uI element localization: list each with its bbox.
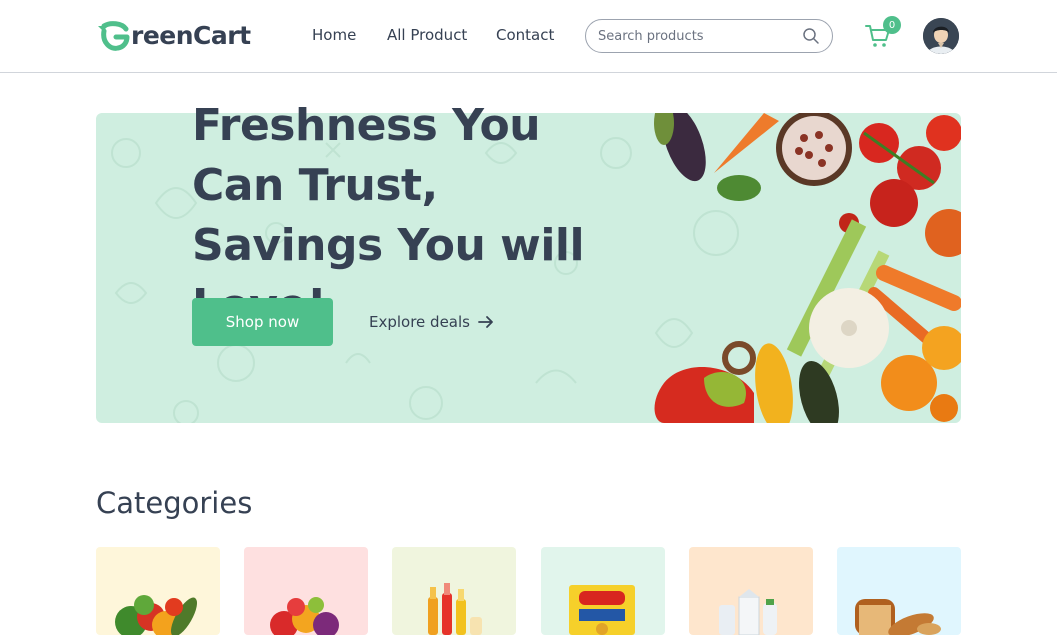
cold-drinks-image xyxy=(428,583,482,635)
dairy-products-image xyxy=(719,589,777,635)
nav-link-all-product[interactable]: All Product xyxy=(387,26,467,44)
shop-now-button[interactable]: Shop now xyxy=(192,298,333,346)
category-card-dairy-products[interactable] xyxy=(689,547,813,635)
arrow-right-icon xyxy=(478,316,493,328)
cart-count-badge: 0 xyxy=(883,16,901,34)
organic-veggies-image xyxy=(115,595,197,635)
category-card-instant-food[interactable] xyxy=(541,547,665,635)
instant-food-image xyxy=(569,585,635,635)
category-card-bakery-breads[interactable] xyxy=(837,547,961,635)
avatar-image xyxy=(923,18,959,54)
greencart-g-leaf-icon xyxy=(98,21,130,51)
nav-link-home[interactable]: Home xyxy=(312,26,356,44)
category-card-cold-drinks[interactable] xyxy=(392,547,516,635)
category-card-organic-veggies[interactable] xyxy=(96,547,220,635)
user-avatar[interactable] xyxy=(923,18,959,54)
logo-text: reenCart xyxy=(131,21,251,50)
explore-deals-label: Explore deals xyxy=(369,313,470,331)
explore-deals-link[interactable]: Explore deals xyxy=(369,312,494,332)
search-input[interactable] xyxy=(598,28,802,44)
bakery-breads-image xyxy=(855,599,941,635)
cart-button[interactable]: 0 xyxy=(864,16,901,50)
category-card-fresh-fruits[interactable] xyxy=(244,547,368,635)
fresh-fruits-image xyxy=(270,597,339,635)
navbar: reenCart Home All Product Contact 0 xyxy=(0,0,1057,73)
logo[interactable]: reenCart xyxy=(96,19,251,53)
categories-title: Categories xyxy=(96,486,253,520)
nav-link-contact[interactable]: Contact xyxy=(496,26,554,44)
search-box xyxy=(585,19,833,53)
vegetables-image xyxy=(654,113,961,423)
search-icon[interactable] xyxy=(802,27,820,45)
